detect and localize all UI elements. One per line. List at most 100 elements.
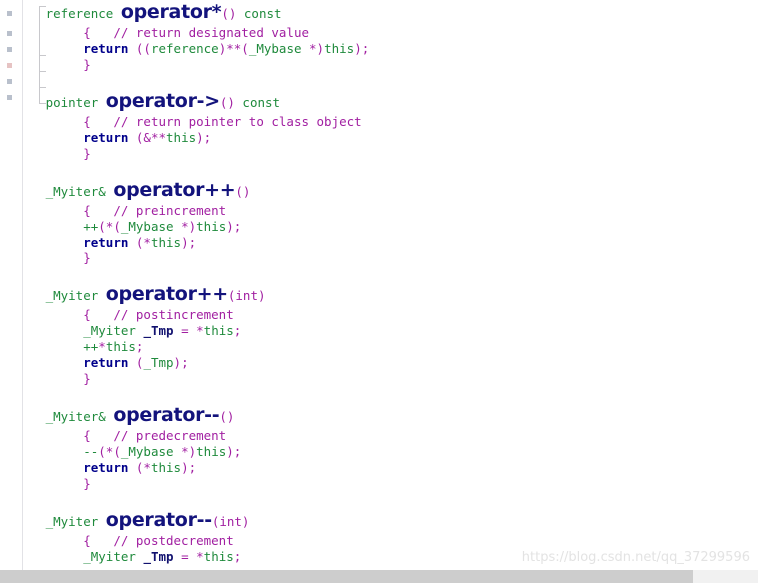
operator-name: operator++: [105, 283, 228, 306]
punctuation: (*(: [98, 444, 121, 459]
punctuation: *: [196, 548, 204, 564]
operator-name: operator*: [120, 1, 222, 23]
operator-name: operator++: [113, 178, 236, 201]
parameter-list: (int): [211, 513, 250, 529]
code-line: --(*(_Mybase *)this);: [23, 444, 758, 460]
punctuation: ;: [233, 323, 242, 339]
code-line: }: [23, 371, 758, 387]
punctuation: ;: [233, 548, 242, 564]
cv-qualifier: const: [242, 94, 281, 110]
increment-operator: ++: [83, 339, 99, 355]
punctuation: );: [226, 218, 242, 234]
identifier: reference: [150, 40, 219, 56]
code-line: }: [23, 146, 758, 162]
code-block: _Myiter& operator++() { // preincrement …: [23, 178, 758, 283]
gutter-change-marker: [7, 47, 12, 52]
brace: {: [83, 428, 91, 444]
brace: {: [83, 532, 91, 548]
punctuation: *: [196, 323, 204, 339]
code-line: ++(*(_Mybase *)this);: [23, 219, 758, 235]
punctuation: =: [181, 548, 189, 564]
brace: }: [83, 145, 91, 161]
identifier: this: [150, 234, 182, 250]
punctuation: *): [181, 444, 197, 459]
code-block: _Myiter operator++(int) { // postincreme…: [23, 282, 758, 403]
identifier: _Mybase: [120, 444, 174, 459]
function-signature: _Myiter operator--(int): [23, 508, 758, 533]
keyword: return: [83, 459, 129, 475]
code-line: { // return pointer to class object: [23, 114, 758, 130]
function-signature: _Myiter operator++(int): [23, 282, 758, 307]
punctuation: =: [181, 323, 189, 339]
brace: }: [83, 250, 91, 266]
punctuation: ;: [135, 339, 144, 355]
operator-name: operator--: [113, 404, 220, 427]
increment-operator: --: [83, 444, 99, 459]
brace: }: [83, 475, 91, 491]
function-signature: _Myiter& operator++(): [23, 178, 758, 203]
punctuation: );: [181, 234, 197, 250]
horizontal-scroll-thumb[interactable]: [0, 570, 693, 583]
punctuation: );: [181, 459, 197, 475]
variable-name: _Tmp: [143, 323, 174, 339]
editor-gutter: [0, 0, 23, 570]
gutter-change-marker: [7, 95, 12, 100]
parameter-list: (): [219, 94, 243, 110]
comment: // postdecrement: [113, 532, 234, 548]
punctuation: (&**: [135, 129, 167, 145]
operator-name: operator->: [105, 89, 220, 112]
horizontal-scrollbar[interactable]: [0, 570, 758, 583]
code-line: { // postincrement: [23, 307, 758, 323]
punctuation: );: [196, 129, 212, 145]
gutter-change-marker: [7, 63, 12, 68]
gutter-change-marker: [7, 79, 12, 84]
parameter-list: (int): [227, 288, 266, 304]
brace: {: [83, 202, 91, 218]
comment: // predecrement: [113, 428, 227, 444]
brace: }: [83, 371, 91, 387]
punctuation: *): [181, 218, 197, 234]
identifier: _Mybase: [120, 218, 174, 234]
variable-name: _Tmp: [143, 548, 174, 564]
parameter-list: (): [219, 409, 235, 425]
return-type: pointer: [45, 94, 106, 110]
increment-operator: ++: [83, 218, 99, 234]
function-signature: pointer operator->() const: [23, 89, 758, 114]
declared-type: _Myiter: [83, 323, 144, 339]
code-line: { // preincrement: [23, 203, 758, 219]
code-content-area[interactable]: reference operator*() const { // return …: [23, 0, 758, 570]
function-signature: reference operator*() const: [23, 0, 758, 25]
code-line: { // predecrement: [23, 428, 758, 444]
punctuation: (*: [135, 234, 151, 250]
punctuation: );: [173, 355, 189, 371]
comment: // return designated value: [113, 25, 309, 40]
punctuation: ((: [135, 40, 151, 56]
code-line: return (*this);: [23, 235, 758, 251]
